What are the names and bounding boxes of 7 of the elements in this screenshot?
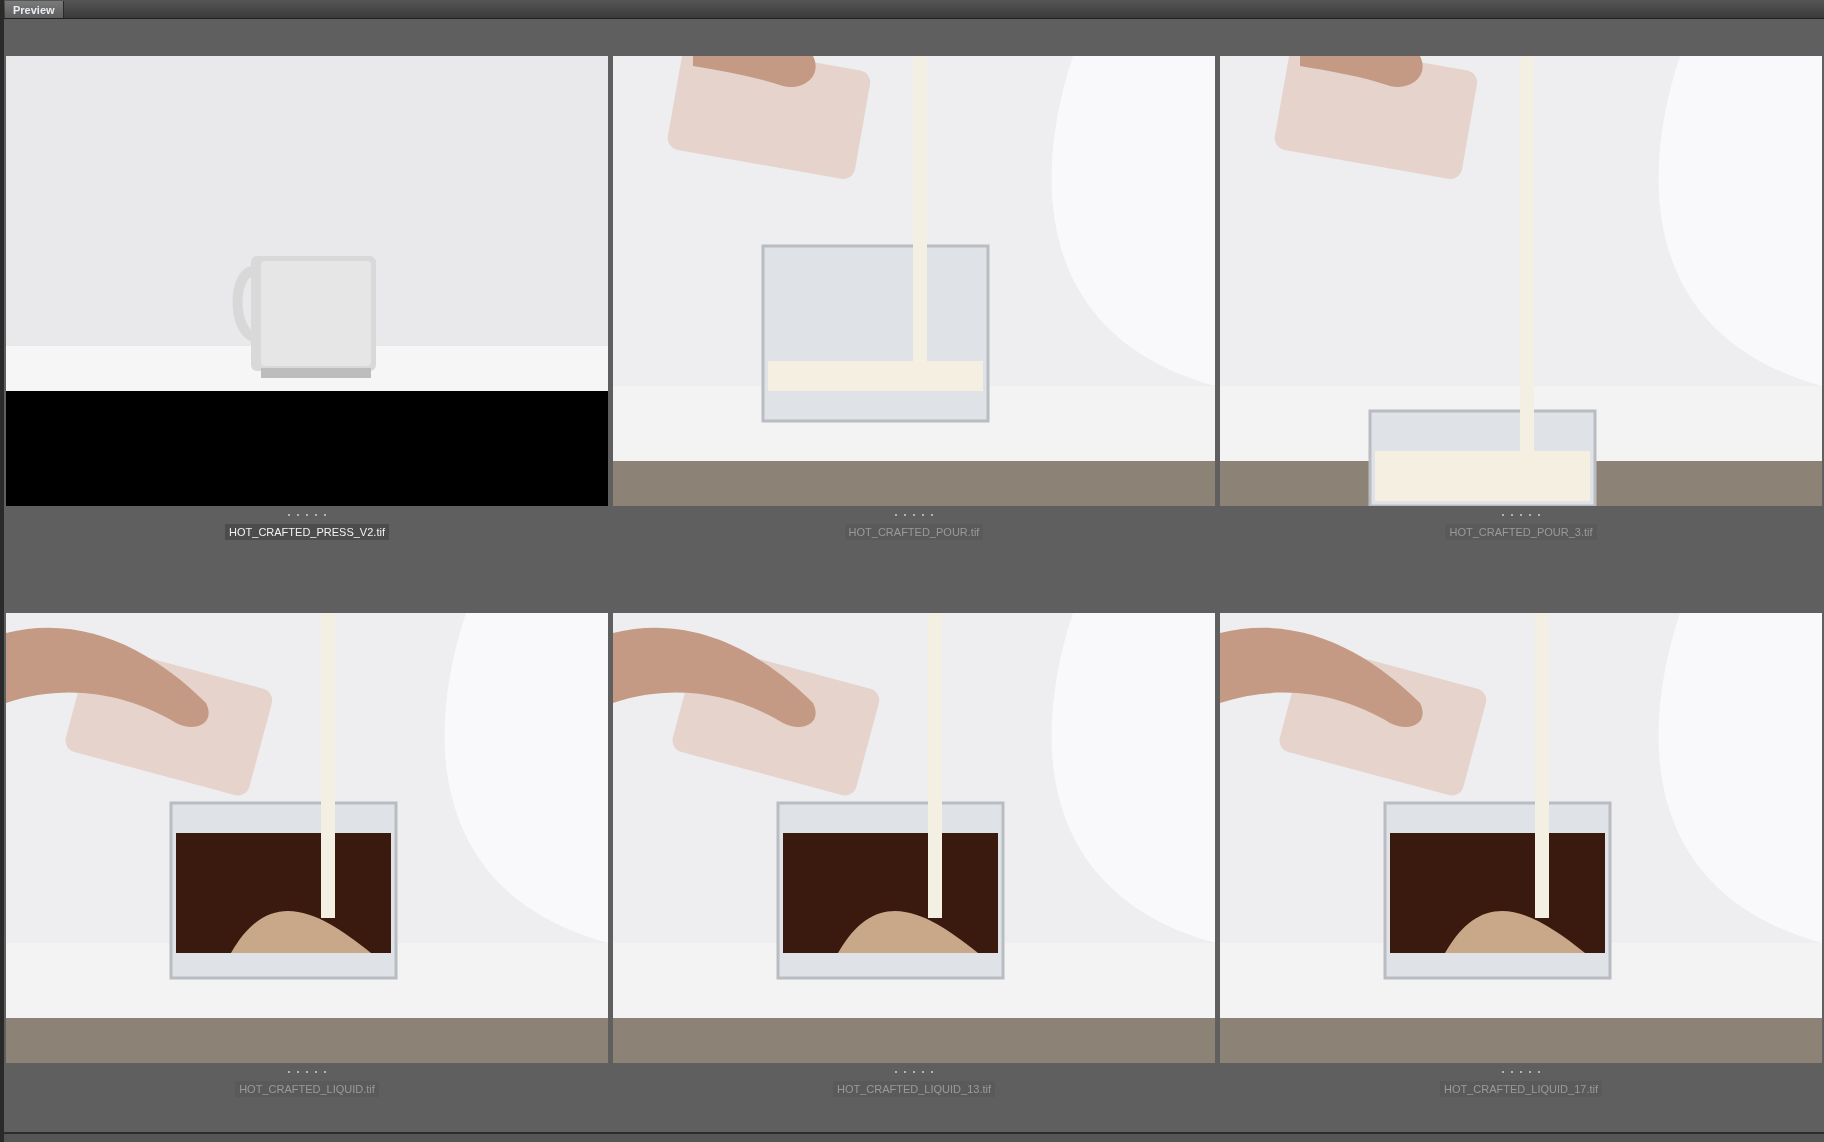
file-name[interactable]: HOT_CRAFTED_LIQUID_17.tif bbox=[1439, 1081, 1602, 1097]
file-name[interactable]: HOT_CRAFTED_LIQUID.tif bbox=[235, 1081, 379, 1097]
file-name[interactable]: HOT_CRAFTED_POUR_3.tif bbox=[1445, 524, 1597, 540]
file-name[interactable]: HOT_CRAFTED_LIQUID_13.tif bbox=[832, 1081, 995, 1097]
file-name[interactable]: HOT_CRAFTED_PRESS_V2.tif bbox=[225, 524, 389, 540]
file-name[interactable]: HOT_CRAFTED_POUR.tif bbox=[844, 524, 984, 540]
panel-tab[interactable]: Preview bbox=[5, 1, 64, 18]
